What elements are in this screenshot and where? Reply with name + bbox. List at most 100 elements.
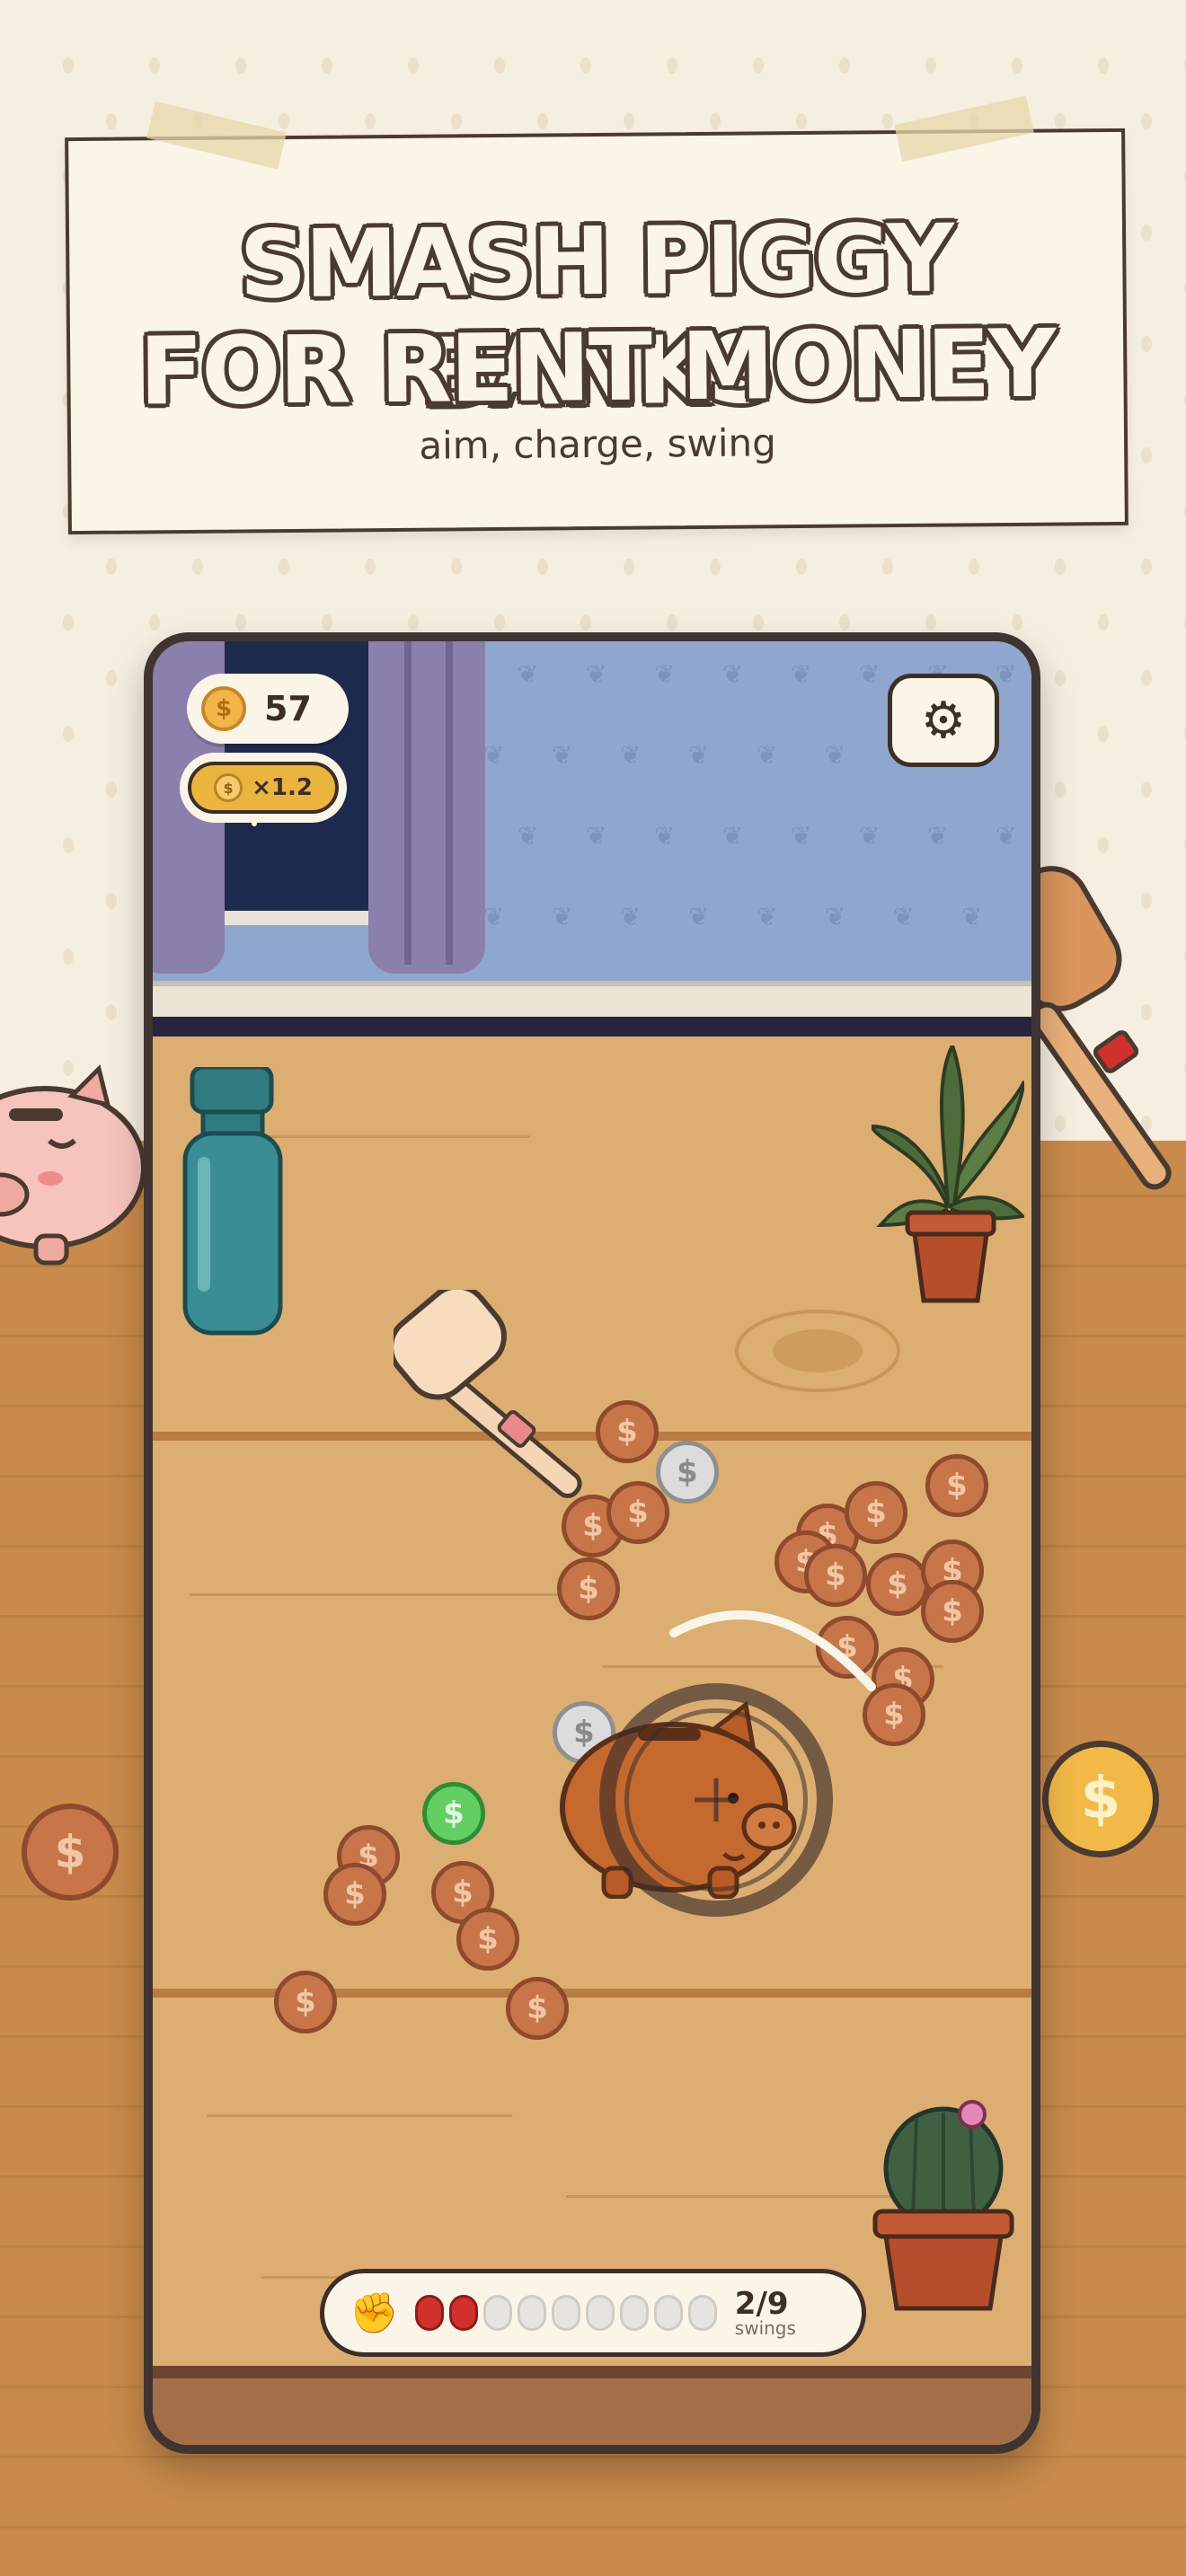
copper-coin[interactable]: $ bbox=[274, 1971, 337, 2033]
wall-dot bbox=[279, 559, 289, 575]
wall-dot bbox=[192, 559, 203, 575]
wall-dot bbox=[322, 57, 332, 74]
wall-dot bbox=[1098, 614, 1109, 631]
wallpaper-motif: ❦ bbox=[483, 740, 505, 770]
wall-dot bbox=[106, 893, 117, 909]
wallpaper-motif: ❦ bbox=[688, 740, 710, 770]
wallpaper-motif: ❦ bbox=[757, 902, 778, 931]
wallpaper-motif: ❦ bbox=[620, 902, 642, 931]
wall-dot bbox=[710, 559, 721, 575]
swing-pip-remaining bbox=[517, 2295, 546, 2331]
wall-dot bbox=[408, 614, 419, 631]
wall-dot bbox=[1141, 225, 1152, 241]
wallpaper-motif: ❦ bbox=[859, 821, 881, 851]
wall-dot bbox=[106, 1004, 117, 1020]
wall-dot bbox=[235, 57, 246, 74]
gear-icon: ⚙ bbox=[920, 691, 967, 750]
potted-cactus bbox=[872, 2100, 1014, 2311]
silver-coin[interactable]: $ bbox=[656, 1441, 719, 1504]
desk-front-edge bbox=[153, 2366, 1031, 2445]
wallpaper-motif: ❦ bbox=[518, 659, 539, 689]
wallpaper-motif: ❦ bbox=[996, 821, 1017, 851]
wall-dot bbox=[580, 57, 591, 74]
copper-coin[interactable]: $ bbox=[506, 1977, 569, 2040]
wall-dot bbox=[365, 559, 376, 575]
wallpaper-motif: ❦ bbox=[688, 902, 710, 931]
swing-pip-used bbox=[448, 2295, 478, 2331]
pink-piggy-bank-decoration bbox=[0, 1064, 146, 1266]
wallpaper-motif: ❦ bbox=[825, 902, 846, 931]
wallpaper-motif: ❦ bbox=[757, 740, 778, 770]
wall-dot bbox=[63, 726, 74, 742]
wallpaper-motif: ❦ bbox=[927, 821, 949, 851]
wall-dot bbox=[839, 614, 850, 631]
wall-dot bbox=[1055, 113, 1066, 129]
game-screen[interactable]: ❦❦❦❦❦❦❦❦❦❦❦❦❦❦❦❦❦❦❦❦❦❦❦❦❦❦❦❦❦❦❦❦❦❦❦❦ bbox=[153, 641, 1031, 2445]
wall-dot bbox=[1012, 57, 1022, 74]
copper-coin[interactable]: $ bbox=[596, 1400, 659, 1463]
wallpaper-motif: ❦ bbox=[996, 659, 1017, 689]
swing-count: 2/9 bbox=[734, 2286, 789, 2322]
wall-dot bbox=[753, 614, 764, 631]
wallpaper-motif: ❦ bbox=[552, 902, 573, 931]
potted-plant bbox=[872, 1045, 1024, 1303]
green-coin[interactable]: $ bbox=[422, 1782, 485, 1845]
wallpaper-motif: ❦ bbox=[654, 659, 676, 689]
wall-dot bbox=[796, 113, 807, 129]
wall-dot bbox=[537, 113, 548, 129]
multiplier-badge: $ ×1.2 bbox=[180, 753, 347, 823]
wall-dot bbox=[1055, 559, 1066, 575]
copper-coin[interactable]: $ bbox=[323, 1863, 386, 1926]
wallpaper-motif: ❦ bbox=[552, 740, 573, 770]
wallpaper-motif: ❦ bbox=[893, 902, 915, 931]
wallpaper-motif: ❦ bbox=[722, 821, 744, 851]
wooden-mallet-decoration bbox=[1033, 866, 1172, 1190]
title-card: SMASH PIGGY BANKS FOR RENT MONEY aim, ch… bbox=[65, 95, 1128, 535]
wallpaper-motif: ❦ bbox=[961, 902, 983, 931]
wall-dot bbox=[882, 113, 893, 129]
wall-dot bbox=[365, 113, 376, 129]
curtain-right bbox=[368, 641, 485, 974]
hammer-cursor[interactable] bbox=[394, 1290, 627, 1523]
swing-label: swings bbox=[734, 2317, 796, 2339]
wallpaper-motif: ❦ bbox=[586, 821, 607, 851]
copper-coin[interactable]: $ bbox=[606, 1481, 669, 1544]
wall-dot bbox=[1141, 781, 1152, 798]
copper-coin[interactable]: $ bbox=[925, 1454, 988, 1517]
wall-dot bbox=[1141, 670, 1152, 686]
multiplier-coin-icon: $ bbox=[214, 773, 243, 802]
coin-count: 57 bbox=[264, 689, 312, 728]
copper-coin[interactable]: $ bbox=[845, 1481, 907, 1544]
wall-dot bbox=[882, 559, 893, 575]
wall-dot bbox=[235, 614, 246, 631]
wallpaper-motif: ❦ bbox=[722, 659, 744, 689]
copper-coin[interactable]: $ bbox=[921, 1580, 984, 1643]
wall-dot bbox=[796, 559, 807, 575]
wallpaper-motif: ❦ bbox=[1030, 902, 1031, 931]
copper-coin[interactable]: $ bbox=[456, 1908, 519, 1971]
wall-dot bbox=[149, 614, 160, 631]
coin-decoration-left: $ bbox=[22, 1804, 119, 1901]
wall-dot bbox=[925, 57, 936, 74]
swing-meter: ✊ 2/9 swings bbox=[320, 2269, 866, 2357]
wallpaper-motif: ❦ bbox=[825, 740, 846, 770]
wall-dot bbox=[279, 113, 289, 129]
wallpaper-motif: ❦ bbox=[859, 659, 881, 689]
swing-pips bbox=[414, 2295, 722, 2331]
headline-subtitle: aim, charge, swing bbox=[419, 420, 776, 468]
swing-pip-remaining bbox=[482, 2295, 512, 2331]
water-bottle bbox=[182, 1067, 283, 1336]
plank-seam bbox=[0, 2456, 1186, 2458]
wall-dot bbox=[1055, 781, 1066, 798]
settings-button[interactable]: ⚙ bbox=[888, 674, 999, 767]
swing-pip-used bbox=[414, 2295, 444, 2331]
wall-dot bbox=[1098, 57, 1109, 74]
wall-dot bbox=[969, 559, 979, 575]
wall-dot bbox=[451, 559, 462, 575]
wall-dot bbox=[322, 614, 332, 631]
wall-dot bbox=[710, 113, 721, 129]
wall-dot bbox=[1012, 614, 1022, 631]
wallpaper-motif: ❦ bbox=[518, 821, 539, 851]
coin-decoration-right: $ bbox=[1042, 1741, 1159, 1857]
copper-coin[interactable]: $ bbox=[557, 1557, 620, 1620]
